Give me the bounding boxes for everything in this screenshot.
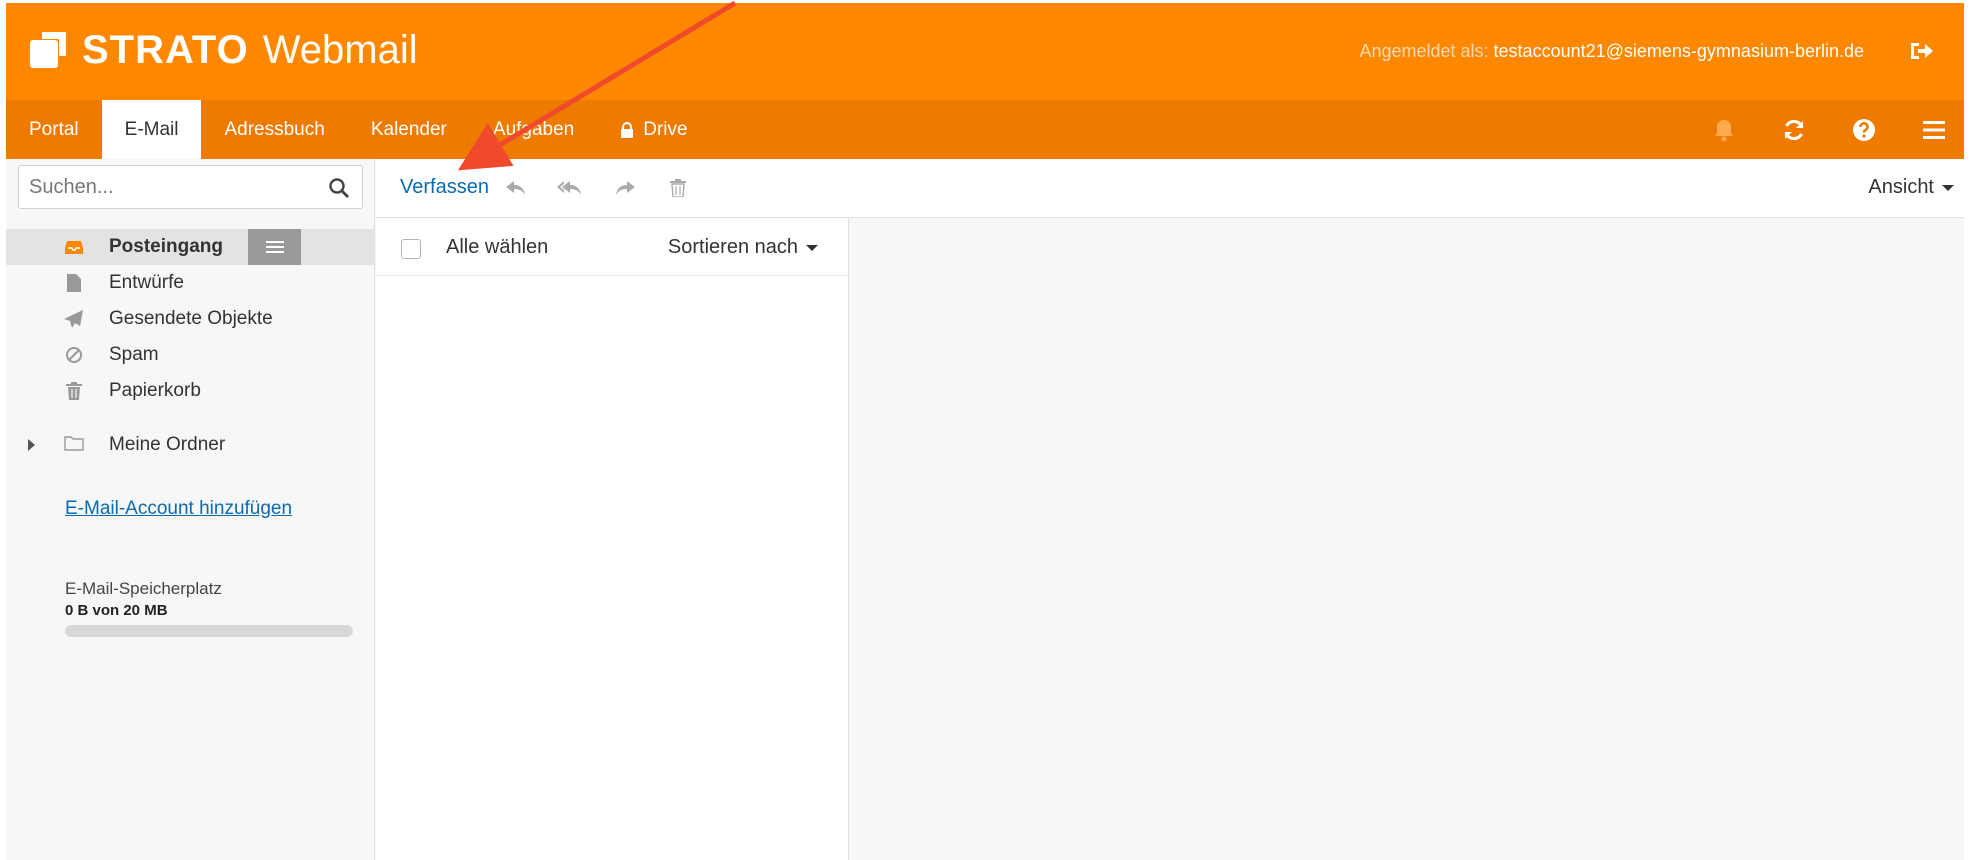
reply-icon[interactable] bbox=[503, 176, 529, 200]
brand-logo[interactable]: STRATO Webmail bbox=[30, 25, 418, 75]
lock-icon bbox=[620, 121, 634, 138]
mail-toolbar: Verfassen Ansicht bbox=[376, 159, 1964, 218]
file-icon bbox=[64, 274, 84, 292]
paper-plane-icon bbox=[64, 310, 84, 328]
caret-down-icon bbox=[806, 244, 818, 251]
main-nav: Portal E-Mail Adressbuch Kalender Aufgab… bbox=[6, 100, 1964, 159]
login-info: Angemeldet als: testaccount21@siemens-gy… bbox=[1359, 41, 1864, 62]
tab-kalender[interactable]: Kalender bbox=[348, 100, 470, 159]
tab-drive[interactable]: Drive bbox=[597, 100, 710, 159]
view-label: Ansicht bbox=[1868, 176, 1934, 198]
quota-value: 0 B von 20 MB bbox=[65, 602, 168, 619]
tab-adressbuch[interactable]: Adressbuch bbox=[201, 100, 347, 159]
tab-portal[interactable]: Portal bbox=[6, 100, 102, 159]
search-input[interactable] bbox=[29, 166, 319, 208]
tab-aufgaben[interactable]: Aufgaben bbox=[470, 100, 597, 159]
ban-icon bbox=[64, 346, 84, 364]
folder-spam[interactable]: Spam bbox=[6, 337, 375, 373]
folder-gesendete-objekte[interactable]: Gesendete Objekte bbox=[6, 301, 375, 337]
add-email-account-link[interactable]: E-Mail-Account hinzufügen bbox=[65, 498, 292, 520]
quota-label: E-Mail-Speicherplatz bbox=[65, 579, 222, 598]
menu-icon[interactable] bbox=[1920, 116, 1948, 144]
folder-options-button[interactable] bbox=[248, 229, 301, 265]
tab-label: Kalender bbox=[370, 118, 447, 140]
login-email: testaccount21@siemens-gymnasium-berlin.d… bbox=[1493, 41, 1864, 61]
folder-label: Gesendete Objekte bbox=[109, 308, 273, 329]
caret-right-icon[interactable] bbox=[28, 439, 35, 451]
tab-label: Drive bbox=[643, 118, 688, 140]
help-icon[interactable] bbox=[1850, 116, 1878, 144]
folder-label: Papierkorb bbox=[109, 380, 201, 401]
select-all-label[interactable]: Alle wählen bbox=[446, 236, 548, 259]
folder-papierkorb[interactable]: Papierkorb bbox=[6, 373, 375, 409]
tab-label: Adressbuch bbox=[224, 118, 325, 140]
folder-label: Posteingang bbox=[109, 236, 224, 257]
mail-list: Alle wählen Sortieren nach bbox=[376, 218, 849, 860]
product-name: Webmail bbox=[262, 27, 418, 72]
view-dropdown[interactable]: Ansicht bbox=[1868, 176, 1954, 199]
folder-label: Spam bbox=[109, 344, 159, 365]
reading-pane bbox=[850, 218, 1964, 860]
strato-logo-icon bbox=[30, 32, 66, 68]
caret-down-icon bbox=[1942, 184, 1954, 191]
my-folders[interactable]: Meine Ordner bbox=[6, 427, 375, 463]
sort-label: Sortieren nach bbox=[667, 236, 798, 258]
folder-posteingang[interactable]: Posteingang bbox=[6, 229, 375, 265]
bell-icon[interactable] bbox=[1710, 116, 1738, 144]
tab-label: Portal bbox=[29, 118, 79, 140]
folder-entwuerfe[interactable]: Entwürfe bbox=[6, 265, 375, 301]
folder-list: Posteingang Entwürfe Gesendete Objekte S… bbox=[6, 229, 375, 409]
select-all-checkbox[interactable] bbox=[401, 239, 421, 259]
forward-icon[interactable] bbox=[612, 176, 638, 200]
tab-label: Aufgaben bbox=[492, 118, 575, 140]
top-header: STRATO Webmail Angemeldet als: testaccou… bbox=[6, 3, 1964, 100]
sign-out-icon[interactable] bbox=[1908, 39, 1934, 63]
compose-button[interactable]: Verfassen bbox=[400, 176, 489, 199]
quota-progress-bar bbox=[65, 625, 353, 637]
search-icon[interactable] bbox=[328, 177, 350, 199]
folder-label: Entwürfe bbox=[109, 272, 184, 293]
reply-all-icon[interactable] bbox=[557, 176, 583, 200]
folder-icon bbox=[64, 435, 84, 457]
webmail-app: STRATO Webmail Angemeldet als: testaccou… bbox=[6, 3, 1964, 860]
mail-list-header: Alle wählen Sortieren nach bbox=[376, 218, 848, 276]
tab-email[interactable]: E-Mail bbox=[101, 100, 202, 159]
sort-dropdown[interactable]: Sortieren nach bbox=[668, 236, 818, 259]
my-folders-label: Meine Ordner bbox=[109, 434, 226, 455]
tab-label: E-Mail bbox=[124, 118, 179, 140]
refresh-icon[interactable] bbox=[1780, 116, 1808, 144]
storage-quota: E-Mail-Speicherplatz 0 B von 20 MB bbox=[65, 579, 355, 637]
inbox-icon bbox=[64, 238, 84, 256]
search-box bbox=[18, 165, 363, 209]
brand-name: STRATO bbox=[82, 27, 249, 72]
login-label: Angemeldet als: bbox=[1359, 41, 1489, 61]
sidebar: Posteingang Entwürfe Gesendete Objekte bbox=[6, 159, 375, 860]
trash-icon bbox=[64, 382, 84, 400]
delete-icon[interactable] bbox=[665, 176, 691, 200]
